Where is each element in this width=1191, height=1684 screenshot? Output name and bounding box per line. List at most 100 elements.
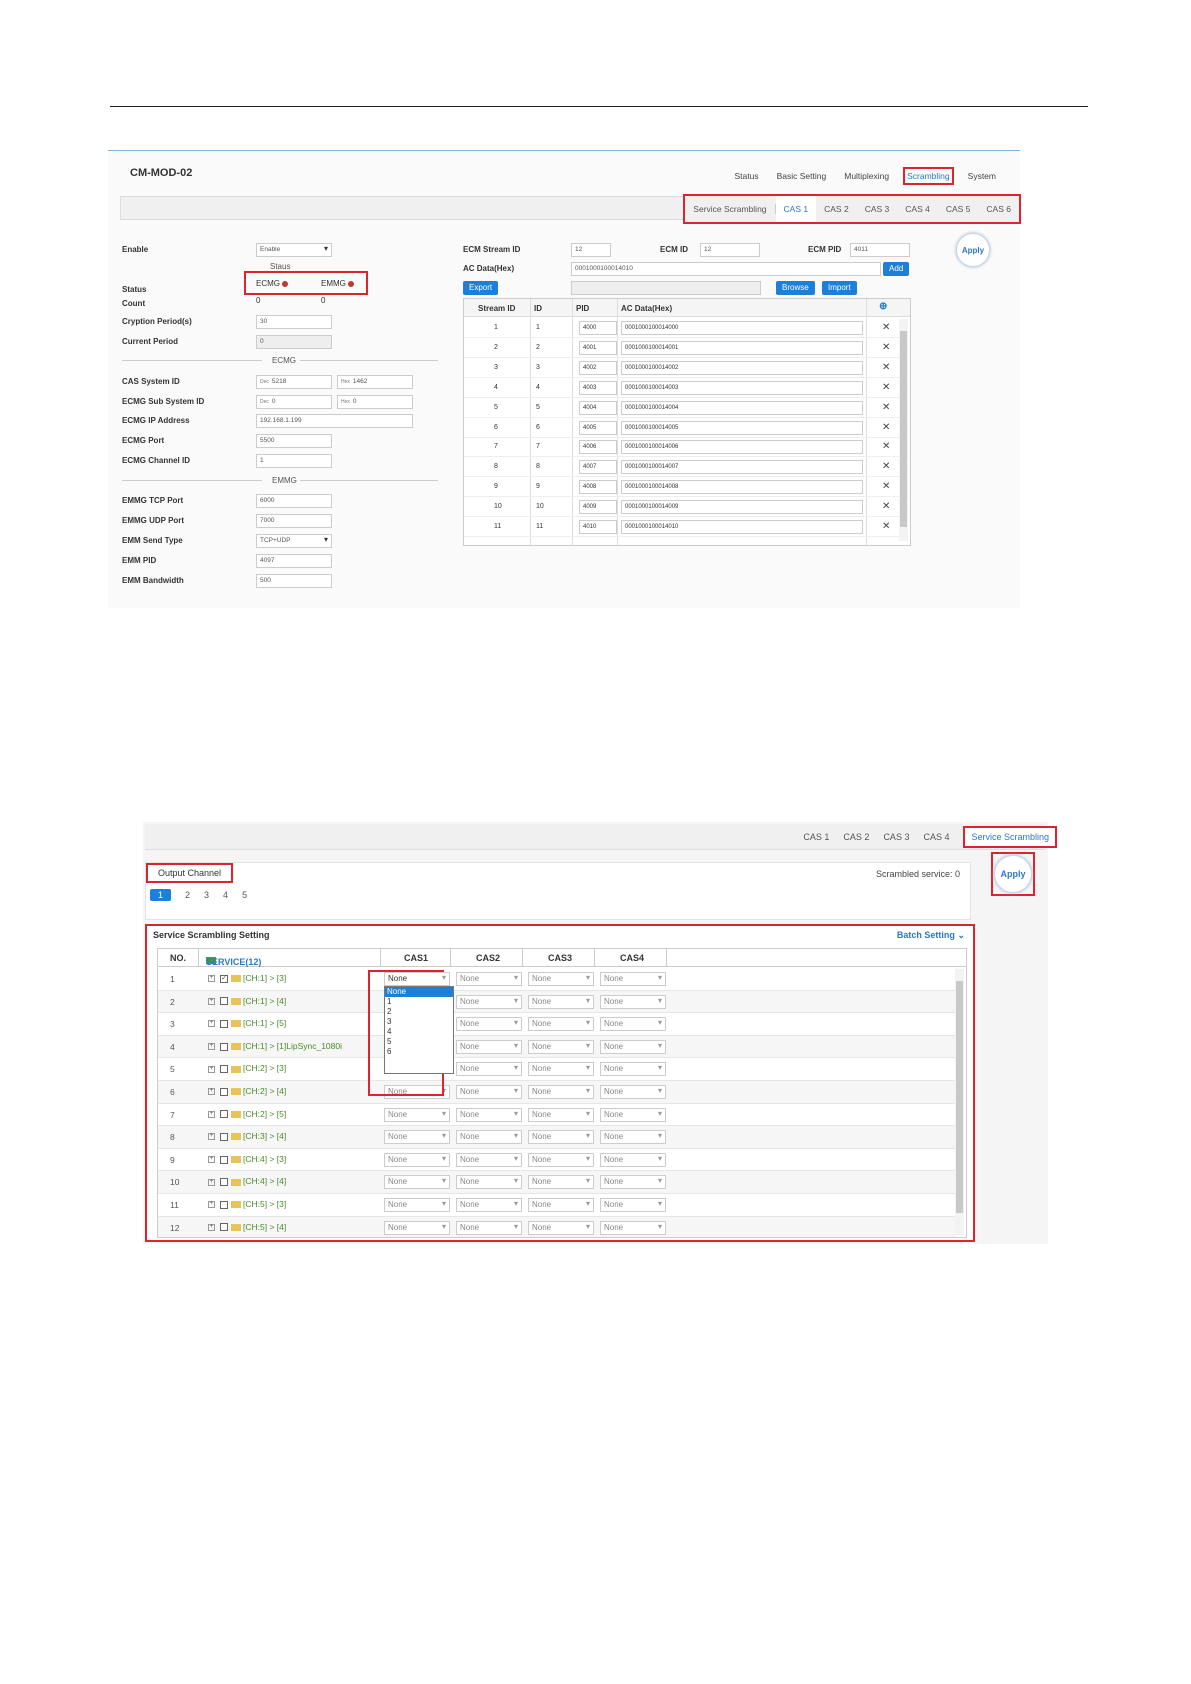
cas4-select[interactable]: None	[600, 1107, 666, 1122]
pid-input[interactable]: 4006	[579, 440, 617, 455]
delete-row-icon[interactable]: ✕	[882, 501, 890, 512]
ecmg-sub-system-dec[interactable]: Dec 0	[256, 395, 332, 409]
dropdown-option[interactable]: 6	[385, 1047, 453, 1057]
cas4-select[interactable]: None	[600, 1175, 666, 1190]
expand-icon[interactable]: +	[208, 1065, 215, 1073]
service-checkbox[interactable]	[220, 1200, 228, 1209]
pid-input[interactable]: 4004	[579, 400, 617, 415]
tab-cas1[interactable]: CAS 1	[803, 832, 829, 842]
ac-data-input[interactable]: 0001000100014003	[621, 380, 863, 395]
add-row-icon[interactable]: ⊕	[879, 301, 887, 312]
cas2-select[interactable]: None	[456, 1062, 522, 1077]
service-checkbox[interactable]	[220, 1155, 228, 1164]
emmg-udp-input[interactable]: 7000	[256, 514, 332, 528]
apply-button[interactable]: Apply	[956, 233, 990, 267]
service-checkbox[interactable]: ✓	[220, 974, 228, 983]
ac-data-input[interactable]: 0001000100014008	[621, 480, 863, 495]
tab-cas5[interactable]: CAS 5	[938, 204, 979, 214]
tab-cas2[interactable]: CAS 2	[816, 204, 857, 214]
cas2-select[interactable]: None	[456, 994, 522, 1009]
service-checkbox[interactable]	[220, 1065, 228, 1074]
pid-input[interactable]: 4007	[579, 460, 617, 475]
cas2-select[interactable]: None	[456, 1220, 522, 1235]
expand-icon[interactable]: +	[208, 1156, 215, 1164]
expand-icon[interactable]: +	[208, 1088, 215, 1096]
cas1-select[interactable]: None	[384, 1198, 450, 1212]
ac-data-input[interactable]: 0001000100014009	[621, 500, 863, 515]
emm-bandwidth-input[interactable]: 500	[256, 574, 332, 588]
cas2-select[interactable]: None	[456, 1152, 522, 1167]
cas4-select[interactable]: None	[600, 1152, 666, 1167]
nav-scrambling[interactable]: Scrambling	[903, 167, 954, 185]
expand-icon[interactable]: +	[208, 1223, 215, 1231]
ecmg-channel-input[interactable]: 1	[256, 454, 332, 468]
ac-data-input[interactable]: 0001000100014004	[621, 400, 863, 415]
expand-icon[interactable]: +	[208, 1133, 215, 1141]
cas4-select[interactable]: None	[600, 1220, 666, 1235]
ecmg-port-input[interactable]: 5500	[256, 434, 332, 448]
pid-input[interactable]: 4002	[579, 360, 617, 375]
page-1[interactable]: 1	[150, 889, 172, 901]
pid-input[interactable]: 4000	[579, 321, 617, 335]
delete-row-icon[interactable]: ✕	[882, 342, 890, 353]
cas2-select[interactable]: None	[456, 1107, 522, 1122]
ac-data-input[interactable]: 0001000100014005	[621, 420, 863, 435]
cas3-select[interactable]: None	[528, 1039, 594, 1054]
ecmg-ip-input[interactable]: 192.168.1.199	[256, 414, 413, 428]
cas2-select[interactable]: None	[456, 972, 522, 986]
cas4-select[interactable]: None	[600, 1085, 666, 1099]
scroll-thumb[interactable]	[900, 331, 907, 527]
cas3-select[interactable]: None	[528, 1130, 594, 1145]
tab-service-scrambling[interactable]: Service Scrambling	[685, 204, 776, 214]
cas-system-id-hex[interactable]: Hex 1462	[337, 375, 413, 389]
delete-row-icon[interactable]: ✕	[882, 362, 890, 373]
ac-data-input[interactable]: 0001000100014010	[621, 520, 863, 534]
nav-multiplexing[interactable]: Multiplexing	[844, 171, 889, 181]
tab-cas4[interactable]: CAS 4	[897, 204, 938, 214]
service-checkbox[interactable]	[220, 1042, 228, 1051]
tab-cas3[interactable]: CAS 3	[883, 832, 909, 842]
tab-service-scrambling[interactable]: Service Scrambling	[963, 826, 1057, 848]
service-checkbox[interactable]	[220, 1019, 228, 1028]
service-checkbox[interactable]	[220, 1087, 228, 1096]
expand-icon[interactable]: +	[208, 1043, 215, 1051]
expand-icon[interactable]: +	[208, 997, 215, 1005]
import-button[interactable]: Import	[822, 281, 857, 295]
file-path-input[interactable]	[571, 281, 761, 295]
cas1-select[interactable]: None	[384, 1152, 450, 1167]
delete-row-icon[interactable]: ✕	[882, 422, 890, 433]
grid-scrollbar[interactable]	[955, 969, 964, 1235]
ac-data-input[interactable]: 0001000100014000	[621, 321, 863, 335]
cas2-select[interactable]: None	[456, 1017, 522, 1032]
delete-row-icon[interactable]: ✕	[882, 481, 890, 492]
dropdown-option[interactable]: None	[385, 987, 453, 997]
cas1-select[interactable]: None	[384, 1220, 450, 1235]
delete-row-icon[interactable]: ✕	[882, 322, 890, 333]
dropdown-option[interactable]: 5	[385, 1037, 453, 1047]
cas4-select[interactable]: None	[600, 1130, 666, 1145]
nav-basic-setting[interactable]: Basic Setting	[777, 171, 827, 181]
dropdown-option[interactable]: 2	[385, 1007, 453, 1017]
cas1-select[interactable]: None	[384, 1175, 450, 1190]
expand-icon[interactable]: +	[208, 975, 215, 983]
pid-input[interactable]: 4001	[579, 340, 617, 355]
pid-input[interactable]: 4003	[579, 380, 617, 395]
service-checkbox[interactable]	[220, 1223, 228, 1232]
cas3-select[interactable]: None	[528, 1152, 594, 1167]
cas3-select[interactable]: None	[528, 1198, 594, 1212]
dropdown-option[interactable]: 4	[385, 1027, 453, 1037]
ecm-id-input[interactable]: 12	[700, 243, 760, 257]
cas4-select[interactable]: None	[600, 994, 666, 1009]
pid-input[interactable]: 4010	[579, 520, 617, 534]
add-button[interactable]: Add	[883, 262, 910, 276]
cas1-select[interactable]: None	[384, 1130, 450, 1145]
expand-icon[interactable]: +	[208, 1110, 215, 1118]
cas3-select[interactable]: None	[528, 1085, 594, 1099]
cas4-select[interactable]: None	[600, 1198, 666, 1212]
pid-input[interactable]: 4009	[579, 500, 617, 515]
service-checkbox[interactable]	[220, 1110, 228, 1119]
pid-input[interactable]: 4008	[579, 480, 617, 495]
browse-button[interactable]: Browse	[776, 281, 815, 295]
delete-row-icon[interactable]: ✕	[882, 382, 890, 393]
ac-data-input[interactable]: 0001000100014007	[621, 460, 863, 475]
